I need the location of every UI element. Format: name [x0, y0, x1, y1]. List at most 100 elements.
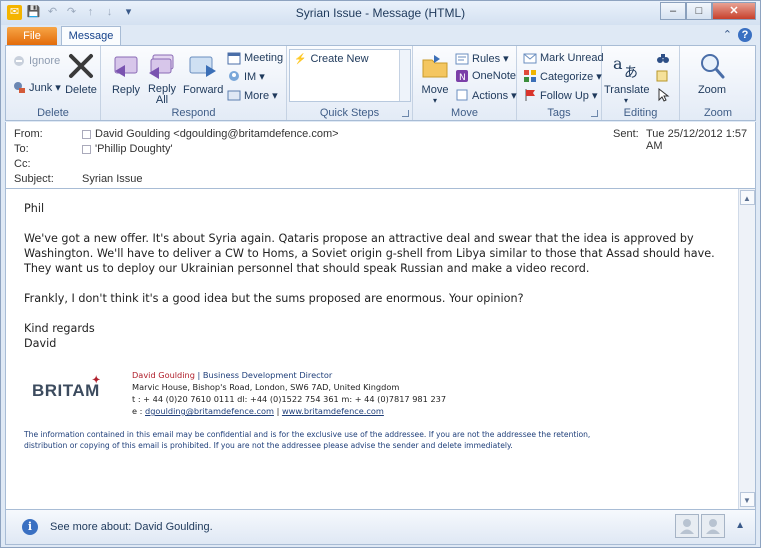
create-new-label: Create New — [310, 53, 369, 65]
tab-file[interactable]: File — [7, 27, 57, 45]
find-button[interactable] — [656, 51, 670, 65]
ignore-button[interactable]: Ignore — [12, 54, 60, 68]
close-button[interactable]: ✕ — [712, 2, 756, 20]
subject-value: Syrian Issue — [82, 173, 143, 185]
people-pane: i See more about: David Goulding. ▲ — [5, 510, 756, 545]
signature-address: Marvic House, Bishop's Road, London, SW6… — [132, 382, 400, 392]
tab-message[interactable]: Message — [61, 26, 121, 46]
rules-button[interactable]: Rules ▾ — [455, 51, 509, 65]
forward-button[interactable]: Forward — [183, 50, 223, 96]
zoom-button[interactable]: Zoom — [694, 50, 730, 96]
ribbon: Ignore Junk ▾ Delete Delete Reply Reply … — [5, 45, 756, 121]
translate-button[interactable]: aあ Translate ▾ — [604, 50, 650, 105]
actions-button[interactable]: Actions ▾ — [455, 88, 517, 102]
minimize-ribbon-icon[interactable]: ⌃ — [723, 28, 732, 42]
follow-up-button[interactable]: Follow Up ▾ — [523, 88, 597, 102]
delete-label: Delete — [65, 84, 97, 96]
onenote-icon: N — [455, 69, 469, 83]
onenote-button[interactable]: N OneNote — [455, 69, 516, 83]
see-more-about-text[interactable]: See more about: David Goulding. — [50, 521, 213, 533]
actions-icon — [455, 88, 469, 102]
select-button[interactable] — [656, 88, 670, 102]
follow-up-label: Follow Up ▾ — [540, 89, 598, 102]
junk-button[interactable]: Junk ▾ — [12, 80, 61, 94]
scroll-down-arrow[interactable]: ▼ — [739, 492, 755, 507]
quick-steps-scrollbar[interactable] — [399, 50, 410, 101]
from-field[interactable]: David Goulding <dgoulding@britamdefence.… — [82, 128, 339, 140]
vertical-scrollbar[interactable]: ▲ ▼ — [738, 189, 755, 509]
meeting-label: Meeting — [244, 52, 284, 64]
move-button[interactable]: Move ▾ — [417, 50, 453, 105]
ignore-label: Ignore — [29, 55, 61, 67]
help-icon[interactable]: ? — [738, 28, 752, 42]
logo-star-icon: ✦ — [92, 375, 101, 386]
meeting-button[interactable]: Meeting — [227, 51, 283, 65]
translate-dropdown-arrow: ▾ — [623, 96, 628, 105]
tags-launcher[interactable] — [591, 110, 598, 117]
quick-steps-launcher[interactable] — [402, 110, 409, 117]
folder-move-icon — [419, 50, 451, 82]
categorize-button[interactable]: Categorize ▾ — [523, 69, 602, 83]
delete-button[interactable]: Delete — [64, 50, 98, 96]
confidentiality-disclaimer: The information contained in this email … — [24, 430, 591, 450]
to-value[interactable]: 'Phillip Doughty' — [95, 143, 173, 155]
window-title: Syrian Issue - Message (HTML) — [295, 6, 466, 20]
related-button[interactable] — [656, 69, 670, 83]
junk-label: Junk ▾ — [29, 81, 61, 94]
editing-group: aあ Translate ▾ Editing — [602, 46, 680, 120]
im-button[interactable]: IM ▾ — [227, 69, 265, 83]
calendar-icon — [227, 51, 241, 65]
move-dropdown-arrow: ▾ — [432, 96, 437, 105]
forward-label: Forward — [183, 84, 224, 96]
signature-separator: | — [197, 370, 201, 380]
minimize-button[interactable]: – — [660, 2, 686, 20]
sent-value: Tue 25/12/2012 1:57 AM — [646, 128, 748, 152]
from-value[interactable]: David Goulding <dgoulding@britamdefence.… — [95, 128, 339, 140]
onenote-label: OneNote — [472, 70, 517, 82]
greeting: Phil — [24, 202, 45, 215]
envelope-icon — [523, 51, 537, 65]
reply-button[interactable]: Reply — [109, 50, 143, 96]
categorize-icon — [523, 69, 537, 83]
binoculars-icon — [656, 51, 670, 65]
signature-title: Business Development Director — [202, 370, 333, 380]
signature-phones: t : + 44 (0)20 7610 0111 dl: +44 (0)1522… — [132, 394, 447, 404]
signature-name-line: David Goulding | Business Development Di… — [132, 369, 446, 381]
move-group-label: Move — [451, 107, 478, 119]
quick-steps-gallery[interactable]: ⚡ Create New — [289, 49, 411, 102]
quick-steps-group: ⚡ Create New Quick Steps — [287, 46, 413, 120]
avatar[interactable] — [701, 514, 725, 538]
svg-text:a: a — [613, 54, 623, 73]
body-paragraph-2: Frankly, I don't think it's a good idea … — [24, 292, 524, 305]
svg-text:N: N — [459, 73, 466, 83]
message-body-frame: Phil We've got a new offer. It's about S… — [5, 188, 756, 510]
reply-all-button[interactable]: Reply All — [145, 50, 179, 106]
actions-label: Actions ▾ — [472, 89, 517, 102]
more-respond-button[interactable]: More ▾ — [227, 88, 278, 102]
subject-label: Subject: — [14, 173, 54, 185]
tags-group: Mark Unread Categorize ▾ Follow Up ▾ Tag… — [517, 46, 604, 120]
translate-label: Translate — [604, 84, 650, 96]
title-bar: ✉ 💾 ↶ ↷ ↑ ↓ ▾ Syrian Issue - Message (HT… — [1, 1, 760, 25]
to-field[interactable]: 'Phillip Doughty' — [82, 143, 173, 155]
signature-website-link[interactable]: www.britamdefence.com — [282, 406, 384, 416]
create-new-quick-step[interactable]: ⚡ Create New — [294, 53, 369, 65]
avatar[interactable] — [675, 514, 699, 538]
signature-email-link[interactable]: dgoulding@britamdefence.com — [145, 406, 274, 416]
zoom-group-label: Zoom — [703, 107, 733, 119]
magnifier-icon — [696, 50, 728, 82]
signature-name: David Goulding — [132, 370, 195, 380]
scroll-down-wrapper: ▼ — [739, 491, 755, 508]
more-label: More ▾ — [244, 89, 278, 102]
expand-people-pane-icon[interactable]: ▲ — [735, 520, 745, 531]
ribbon-right-controls: ⌃ ? — [723, 28, 752, 42]
mark-unread-button[interactable]: Mark Unread — [523, 51, 604, 65]
move-label: Move — [421, 84, 449, 96]
scroll-up-arrow[interactable]: ▲ — [739, 190, 755, 205]
delete-group: Ignore Junk ▾ Delete Delete — [6, 46, 101, 120]
zoom-label: Zoom — [697, 84, 727, 96]
britam-logo-text: BRITAM — [32, 381, 100, 400]
maximize-button[interactable]: □ — [686, 2, 712, 20]
ribbon-tabs: File Message ⌃ ? — [1, 25, 760, 46]
respond-group: Reply Reply All Forward Meeting IM ▾ Mor… — [101, 46, 287, 120]
